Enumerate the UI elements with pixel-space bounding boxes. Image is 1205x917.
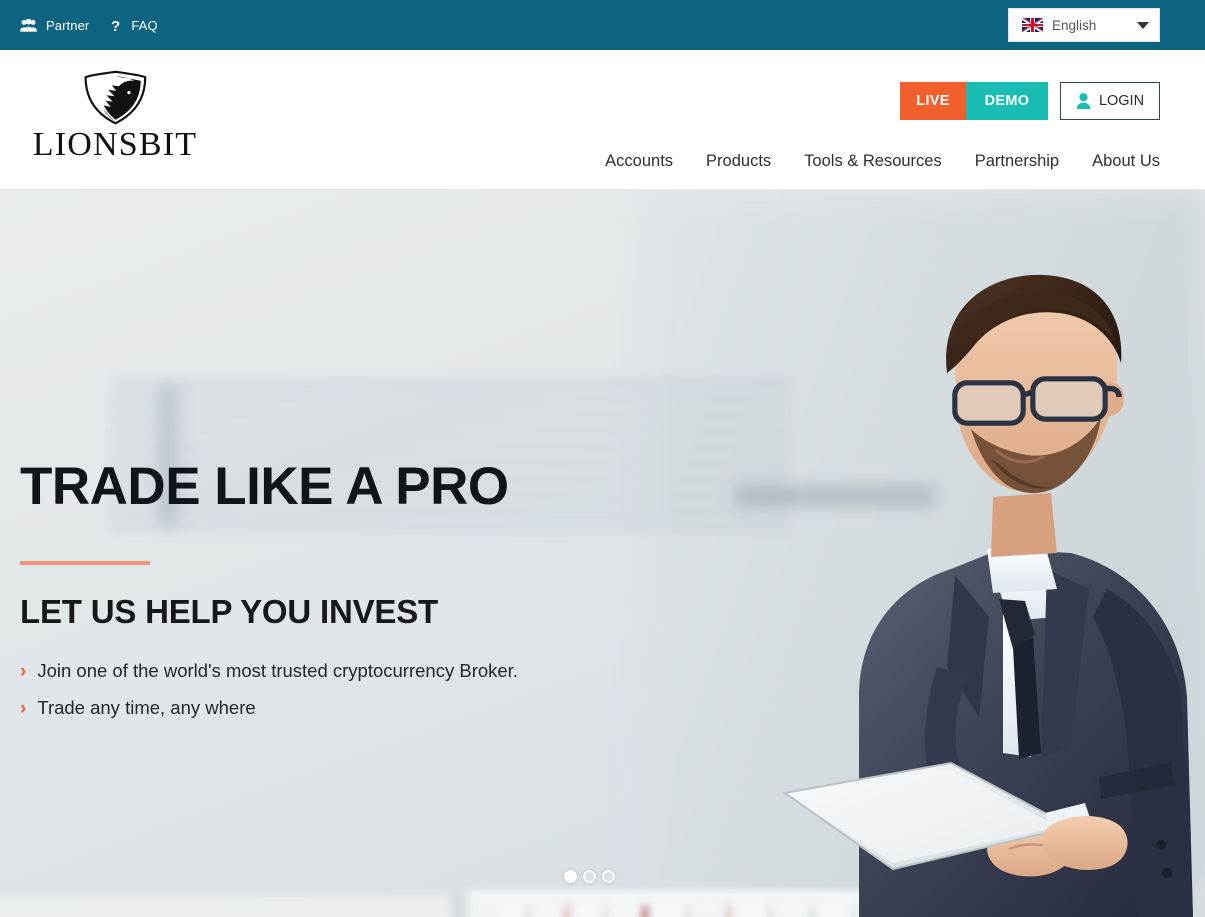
question-mark-icon: ? (111, 18, 122, 33)
uk-flag-icon (1022, 18, 1043, 32)
chevron-right-icon: › (20, 698, 27, 720)
brand-wordmark: LIONSBIT (32, 126, 198, 163)
hero-divider-rule (20, 561, 150, 565)
carousel-dot-1[interactable] (564, 870, 577, 883)
language-selected-label: English (1052, 17, 1097, 33)
hero-copy-block: TRADE LIKE A PRO LET US HELP YOU INVEST … (20, 460, 518, 735)
hero-carousel: TRADE LIKE A PRO LET US HELP YOU INVEST … (0, 190, 1205, 917)
user-person-icon (1076, 93, 1091, 109)
login-button-label: LOGIN (1098, 93, 1145, 109)
demo-button[interactable]: DEMO (966, 82, 1048, 120)
brand-logo[interactable]: LIONSBIT (20, 70, 210, 162)
nav-item-accounts[interactable]: Accounts (605, 152, 673, 171)
carousel-pagination (558, 866, 621, 887)
hero-subtitle: LET US HELP YOU INVEST (20, 593, 438, 630)
businessman-with-tablet-photo (782, 274, 1193, 917)
nav-item-about-us[interactable]: About Us (1092, 152, 1160, 171)
account-mode-segment: LIVE DEMO (900, 82, 1048, 120)
topbar-link-partner-label: Partner (46, 17, 90, 33)
live-button[interactable]: LIVE (900, 82, 966, 120)
site-header: LIONSBIT LIVE DEMO LOGIN Accounts Produc… (0, 50, 1205, 190)
chevron-right-icon: › (20, 661, 27, 682)
hero-bullet-list: › Join one of the world's most trusted c… (20, 660, 518, 719)
svg-text:?: ? (111, 18, 120, 33)
lion-shield-crest-icon (84, 70, 146, 125)
topbar-link-partner[interactable]: Partner (20, 17, 90, 33)
nav-item-partnership[interactable]: Partnership (975, 152, 1059, 171)
users-group-icon (20, 18, 37, 32)
chevron-down-icon (1137, 21, 1149, 29)
hero-bullet-text: Join one of the world's most trusted cry… (37, 660, 518, 681)
main-navigation: Accounts Products Tools & Resources Part… (605, 152, 1160, 171)
topbar-link-faq-label: FAQ (131, 17, 158, 33)
login-button[interactable]: LOGIN (1060, 82, 1160, 120)
nav-item-tools-resources[interactable]: Tools & Resources (804, 152, 942, 171)
topbar-link-faq[interactable]: ? FAQ (111, 18, 157, 33)
hero-title: TRADE LIKE A PRO (20, 457, 509, 516)
list-item: › Trade any time, any where (20, 697, 518, 718)
nav-item-products[interactable]: Products (706, 152, 771, 171)
carousel-dot-2[interactable] (583, 870, 596, 883)
top-utility-bar: Partner ? FAQ English (0, 0, 1205, 50)
list-item: › Join one of the world's most trusted c… (20, 660, 518, 681)
top-utility-links: Partner ? FAQ (20, 18, 158, 33)
language-selector[interactable]: English (1008, 8, 1160, 42)
carousel-dot-3[interactable] (602, 870, 615, 883)
hero-bullet-text: Trade any time, any where (37, 697, 256, 719)
header-action-buttons: LIVE DEMO LOGIN (900, 82, 1160, 120)
